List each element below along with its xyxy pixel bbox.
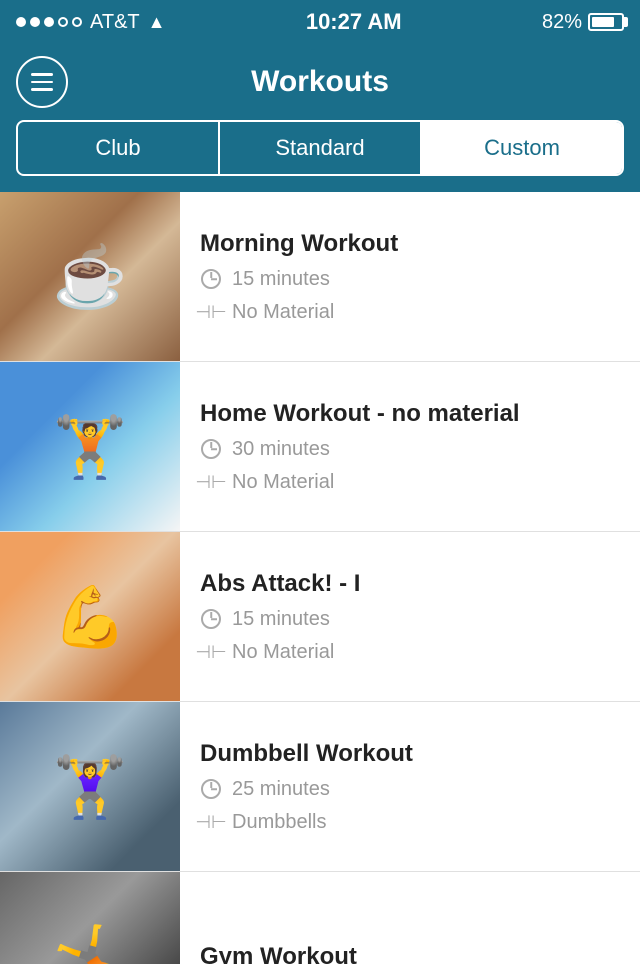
status-left: AT&T ▲ <box>16 11 165 34</box>
workout-duration-2: 30 minutes <box>200 438 620 461</box>
workout-info-3: Abs Attack! - I 15 minutes ⊣⊢ No Materia… <box>180 532 640 701</box>
workout-name-4: Dumbbell Workout <box>200 740 620 768</box>
workout-thumbnail-4 <box>0 702 180 871</box>
workout-info-2: Home Workout - no material 30 minutes ⊣⊢… <box>180 362 640 531</box>
workout-item-2[interactable]: Home Workout - no material 30 minutes ⊣⊢… <box>0 362 640 532</box>
workout-item[interactable]: Morning Workout 15 minutes ⊣⊢ No Materia… <box>0 192 640 362</box>
wifi-icon: ▲ <box>148 12 166 33</box>
workout-thumbnail-3 <box>0 532 180 701</box>
clock-icon-1 <box>200 268 222 290</box>
clock-circle-1 <box>201 269 221 289</box>
material-label-3: No Material <box>232 641 334 664</box>
workout-material-4: ⊣⊢ Dumbbells <box>200 811 620 834</box>
duration-label-1: 15 minutes <box>232 268 330 291</box>
tab-standard[interactable]: Standard <box>220 122 420 174</box>
workout-name-3: Abs Attack! - I <box>200 570 620 598</box>
signal-dots <box>16 17 82 27</box>
clock-icon-3 <box>200 608 222 630</box>
workout-duration-3: 15 minutes <box>200 608 620 631</box>
workout-item-4[interactable]: Dumbbell Workout 25 minutes ⊣⊢ Dumbbells <box>0 702 640 872</box>
tabs-bar: Club Standard Custom <box>0 120 640 192</box>
workout-duration-4: 25 minutes <box>200 778 620 801</box>
status-time: 10:27 AM <box>306 9 402 35</box>
workout-list: Morning Workout 15 minutes ⊣⊢ No Materia… <box>0 192 640 964</box>
workout-item-3[interactable]: Abs Attack! - I 15 minutes ⊣⊢ No Materia… <box>0 532 640 702</box>
clock-icon-2 <box>200 438 222 460</box>
signal-dot-2 <box>30 17 40 27</box>
workout-name-2: Home Workout - no material <box>200 400 620 428</box>
material-label-2: No Material <box>232 471 334 494</box>
workout-item-5[interactable]: Gym Workout <box>0 872 640 964</box>
workout-material-1: ⊣⊢ No Material <box>200 301 620 324</box>
menu-button[interactable] <box>16 56 68 108</box>
dumbbell-icon-4: ⊣⊢ <box>200 811 222 833</box>
workout-info-5: Gym Workout <box>180 872 640 964</box>
clock-icon-4 <box>200 778 222 800</box>
duration-label-4: 25 minutes <box>232 778 330 801</box>
tab-club[interactable]: Club <box>18 122 218 174</box>
material-label-4: Dumbbells <box>232 811 326 834</box>
battery-icon <box>588 13 624 31</box>
signal-dot-3 <box>44 17 54 27</box>
workout-info-1: Morning Workout 15 minutes ⊣⊢ No Materia… <box>180 192 640 361</box>
workout-thumbnail-1 <box>0 192 180 361</box>
dumbbell-icon-1: ⊣⊢ <box>200 301 222 323</box>
workout-duration-1: 15 minutes <box>200 268 620 291</box>
status-bar: AT&T ▲ 10:27 AM 82% <box>0 0 640 44</box>
duration-label-3: 15 minutes <box>232 608 330 631</box>
material-label-1: No Material <box>232 301 334 324</box>
workout-name-1: Morning Workout <box>200 230 620 258</box>
hamburger-icon <box>31 73 53 91</box>
workout-info-4: Dumbbell Workout 25 minutes ⊣⊢ Dumbbells <box>180 702 640 871</box>
workout-material-2: ⊣⊢ No Material <box>200 471 620 494</box>
carrier-label: AT&T <box>90 11 140 34</box>
header: Workouts <box>0 44 640 120</box>
page-title: Workouts <box>251 65 389 99</box>
tab-custom[interactable]: Custom <box>422 122 622 174</box>
workout-material-3: ⊣⊢ No Material <box>200 641 620 664</box>
workout-thumbnail-2 <box>0 362 180 531</box>
signal-dot-1 <box>16 17 26 27</box>
battery-percent: 82% <box>542 11 582 34</box>
signal-dot-5 <box>72 17 82 27</box>
status-right: 82% <box>542 11 624 34</box>
dumbbell-icon-3: ⊣⊢ <box>200 641 222 663</box>
signal-dot-4 <box>58 17 68 27</box>
workout-name-5: Gym Workout <box>200 943 620 964</box>
dumbbell-icon-2: ⊣⊢ <box>200 471 222 493</box>
duration-label-2: 30 minutes <box>232 438 330 461</box>
tabs-inner: Club Standard Custom <box>16 120 624 176</box>
workout-thumbnail-5 <box>0 872 180 964</box>
